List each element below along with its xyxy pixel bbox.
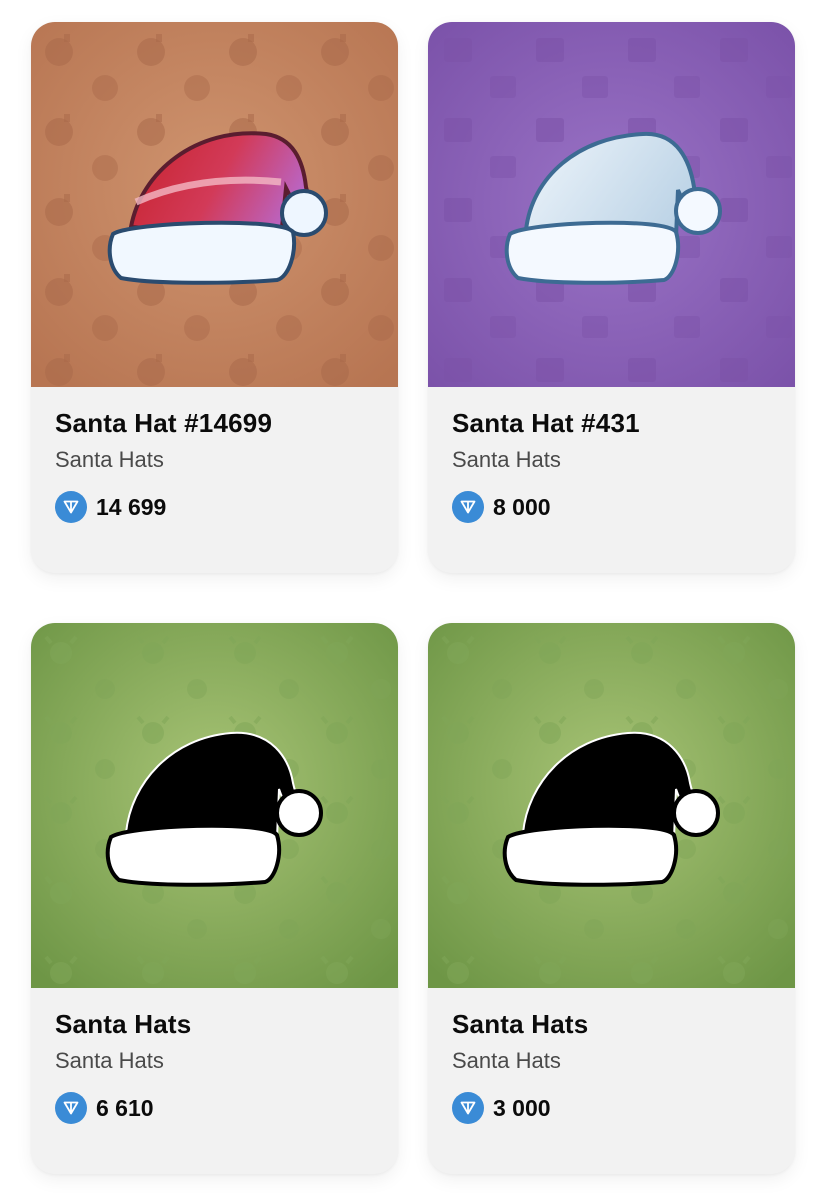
product-card[interactable]: Santa Hat #431 Santa Hats 8 000 [428,22,795,573]
collection-name: Santa Hats [452,447,561,472]
product-image [31,22,398,387]
collection-name: Santa Hats [55,1048,164,1073]
ton-diamond-icon [452,491,484,523]
product-image [31,623,398,988]
card-info: Santa Hat #431 Santa Hats 8 000 [428,387,795,573]
price: 6 610 [55,1092,154,1124]
item-title: Santa Hat #14699 [55,408,273,438]
product-card[interactable]: Santa Hats Santa Hats 6 610 [31,623,398,1174]
item-title: Santa Hats [452,1009,589,1039]
card-info: Santa Hats Santa Hats 6 610 [31,988,398,1174]
price: 8 000 [452,491,551,523]
price-value: 14 699 [96,493,167,520]
price: 3 000 [452,1092,551,1124]
collection-name: Santa Hats [452,1048,561,1073]
price-value: 6 610 [96,1094,154,1121]
price-value: 3 000 [493,1094,551,1121]
product-card[interactable]: Santa Hat #14699 Santa Hats 14 699 [31,22,398,573]
collection-name: Santa Hats [55,447,164,472]
ton-diamond-icon [452,1092,484,1124]
card-info: Santa Hat #14699 Santa Hats 14 699 [31,387,398,573]
item-title: Santa Hat #431 [452,408,640,438]
product-image [428,22,795,387]
card-info: Santa Hats Santa Hats 3 000 [428,988,795,1174]
price-value: 8 000 [493,493,551,520]
price: 14 699 [55,491,166,523]
ton-diamond-icon [55,491,87,523]
product-image [428,623,795,988]
product-card[interactable]: Santa Hats Santa Hats 3 000 [428,623,795,1174]
item-title: Santa Hats [55,1009,192,1039]
ton-diamond-icon [55,1092,87,1124]
